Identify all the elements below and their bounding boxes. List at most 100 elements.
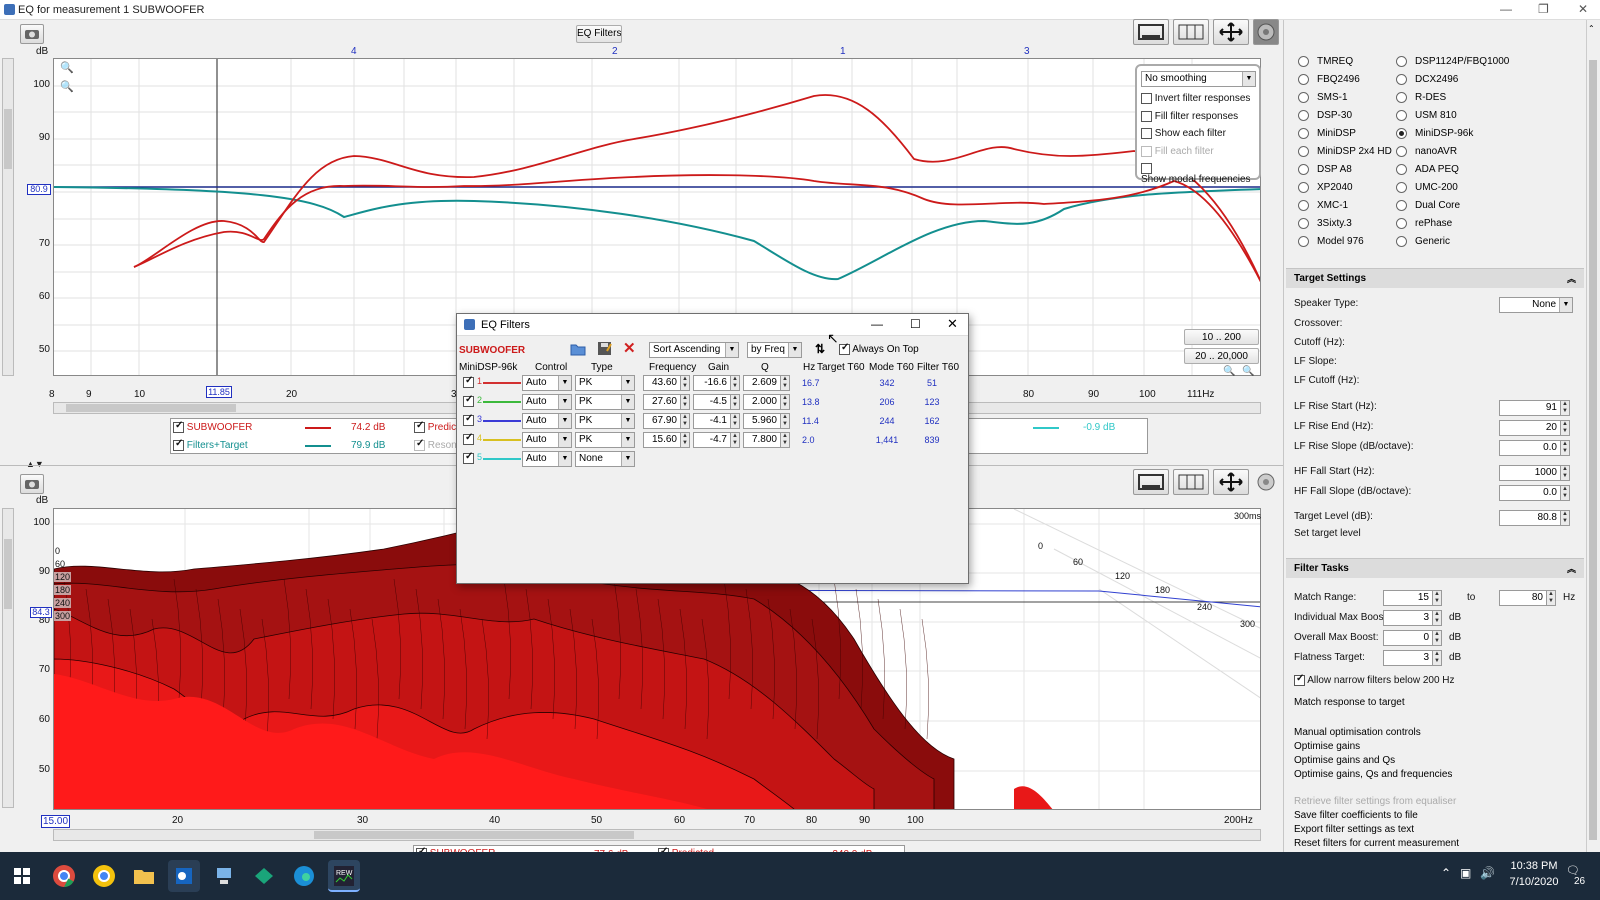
scroll-thumb[interactable] (4, 109, 12, 169)
match-range-to-spinner[interactable]: ▲ ▼ (1547, 590, 1556, 606)
radio-button[interactable] (1396, 92, 1407, 103)
graph-layout-button[interactable] (1133, 19, 1169, 45)
filter-q-input[interactable]: 7.800 (743, 432, 781, 448)
tray-chevron-icon[interactable]: ⌃ (1441, 866, 1451, 880)
swap-sort-icon[interactable]: ⇅ (815, 342, 825, 356)
fit-button[interactable] (1213, 19, 1249, 45)
legend-checkbox[interactable] (414, 438, 425, 451)
match-range-from-spinner[interactable]: ▲ ▼ (1433, 590, 1442, 606)
speaker-type-select[interactable]: None ▼ (1499, 297, 1573, 313)
radio-button[interactable] (1396, 146, 1407, 157)
volume-icon[interactable]: 🔊 (1480, 866, 1495, 880)
individual-max-boost-input[interactable]: 3 (1383, 610, 1433, 626)
match-range-to-input[interactable]: 80 (1499, 590, 1547, 606)
option-fill-filter[interactable]: Fill filter responses (1141, 111, 1238, 122)
filter-enable-checkbox[interactable] (463, 394, 474, 407)
equaliser-option[interactable]: MiniDSP-96k (1396, 128, 1473, 139)
radio-button[interactable] (1298, 74, 1309, 85)
sort-by-select[interactable]: by Freq ▼ (747, 342, 802, 358)
equaliser-option[interactable]: 3Sixty.3 (1298, 218, 1352, 229)
filter-type-select[interactable]: PK ▼ (575, 432, 635, 448)
equaliser-option[interactable]: Generic (1396, 236, 1450, 247)
option-show-each[interactable]: Show each filter (1141, 128, 1226, 139)
hf-fall-start-input[interactable]: 1000 (1499, 465, 1561, 481)
optimise-gains-qs-link[interactable]: Optimise gains and Qs (1294, 755, 1395, 766)
sort-select[interactable]: Sort Ascending ▼ (649, 342, 739, 358)
zoom-x-in-icon[interactable]: 🔍 (1223, 366, 1235, 377)
gain-spinner[interactable]: ▲ ▼ (731, 432, 740, 448)
allow-narrow-checkbox[interactable] (1294, 673, 1305, 686)
filter-gain-input[interactable]: -4.7 (693, 432, 731, 448)
gain-spinner[interactable]: ▲ ▼ (731, 394, 740, 410)
save-coeffs-link[interactable]: Save filter coefficients to file (1294, 810, 1418, 821)
filter-enable-checkbox[interactable] (463, 451, 474, 464)
lf-rise-slope-input[interactable]: 0.0 (1499, 440, 1561, 456)
legend-filters-target[interactable]: Filters+Target (173, 438, 248, 451)
frequency-spinner[interactable]: ▲ ▼ (681, 432, 690, 448)
frequency-spinner[interactable]: ▲ ▼ (681, 375, 690, 391)
collapse-icon[interactable]: ︽ (1567, 559, 1576, 579)
equaliser-option[interactable]: USM 810 (1396, 110, 1457, 121)
lf-rise-end-spinner[interactable]: ▲ ▼ (1561, 420, 1570, 436)
outlook-icon[interactable] (168, 860, 200, 892)
match-response-link[interactable]: Match response to target (1294, 697, 1405, 708)
equaliser-option[interactable]: DSP A8 (1298, 164, 1352, 175)
hf-fall-slope-input[interactable]: 0.0 (1499, 485, 1561, 501)
scroll-thumb[interactable] (314, 831, 634, 839)
filter-type-select[interactable]: PK ▼ (575, 394, 635, 410)
radio-button[interactable] (1298, 56, 1309, 67)
equaliser-option[interactable]: MiniDSP 2x4 HD (1298, 146, 1392, 157)
filter-frequency-input[interactable]: 15.60 (643, 432, 681, 448)
filter-type-select[interactable]: PK ▼ (575, 413, 635, 429)
filter-frequency-input[interactable]: 67.90 (643, 413, 681, 429)
hf-fall-start-spinner[interactable]: ▲ ▼ (1561, 465, 1570, 481)
q-spinner[interactable]: ▲ ▼ (781, 375, 790, 391)
network-tool-icon[interactable] (208, 860, 240, 892)
equaliser-option[interactable]: nanoAVR (1396, 146, 1457, 157)
network-icon[interactable]: ▣ (1460, 866, 1471, 880)
radio-button[interactable] (1298, 200, 1309, 211)
q-spinner[interactable]: ▲ ▼ (781, 413, 790, 429)
equaliser-option[interactable]: XMC-1 (1298, 200, 1348, 211)
waterfall-camera-button[interactable] (20, 474, 44, 494)
close-icon[interactable]: ✕ (1578, 2, 1588, 16)
always-on-top-checkbox[interactable] (839, 342, 850, 355)
chrome-alt-icon[interactable] (88, 860, 120, 892)
filter-enable-checkbox[interactable] (463, 413, 474, 426)
range-20-20000-button[interactable]: 20 .. 20,000 (1184, 348, 1259, 364)
equaliser-option[interactable]: R-DES (1396, 92, 1446, 103)
match-range-from-input[interactable]: 15 (1383, 590, 1433, 606)
equaliser-option[interactable]: FBQ2496 (1298, 74, 1360, 85)
flatness-target-input[interactable]: 3 (1383, 650, 1433, 666)
filter-q-input[interactable]: 2.609 (743, 375, 781, 391)
export-text-link[interactable]: Export filter settings as text (1294, 824, 1414, 835)
filter-frequency-input[interactable]: 27.60 (643, 394, 681, 410)
radio-button[interactable] (1298, 128, 1309, 139)
frequency-spinner[interactable]: ▲ ▼ (681, 413, 690, 429)
filter-enable-checkbox[interactable] (463, 432, 474, 445)
filter-type-select[interactable]: PK ▼ (575, 375, 635, 391)
split-view-button[interactable] (1173, 19, 1209, 45)
option-invert-filter[interactable]: Invert filter responses (1141, 93, 1250, 104)
equaliser-option[interactable]: UMC-200 (1396, 182, 1458, 193)
equaliser-option[interactable]: Dual Core (1396, 200, 1460, 211)
zoom-out-icon[interactable]: 🔍 (60, 80, 74, 93)
camera-button[interactable] (20, 24, 44, 44)
hf-fall-slope-spinner[interactable]: ▲ ▼ (1561, 485, 1570, 501)
modal-checkbox[interactable] (1141, 163, 1152, 174)
waterfall-vertical-scrollbar[interactable] (2, 508, 14, 808)
edge-icon[interactable] (288, 860, 320, 892)
set-target-level-link[interactable]: Set target level (1294, 528, 1361, 539)
legend-resonances[interactable]: Reson (414, 438, 457, 451)
rew-icon[interactable]: REW (328, 860, 360, 892)
overall-max-boost-input[interactable]: 0 (1383, 630, 1433, 646)
overall-max-boost-spinner[interactable]: ▲ ▼ (1433, 630, 1442, 646)
target-level-spinner[interactable]: ▲ ▼ (1561, 510, 1570, 526)
filter-type-select[interactable]: None ▼ (575, 451, 635, 467)
radio-button[interactable] (1298, 92, 1309, 103)
equaliser-option[interactable]: XP2040 (1298, 182, 1353, 193)
legend-predicted[interactable]: Predic (414, 420, 456, 433)
scroll-up-icon[interactable]: ⌃ (1588, 24, 1595, 33)
filter-q-input[interactable]: 2.000 (743, 394, 781, 410)
equaliser-option[interactable]: MiniDSP (1298, 128, 1356, 139)
